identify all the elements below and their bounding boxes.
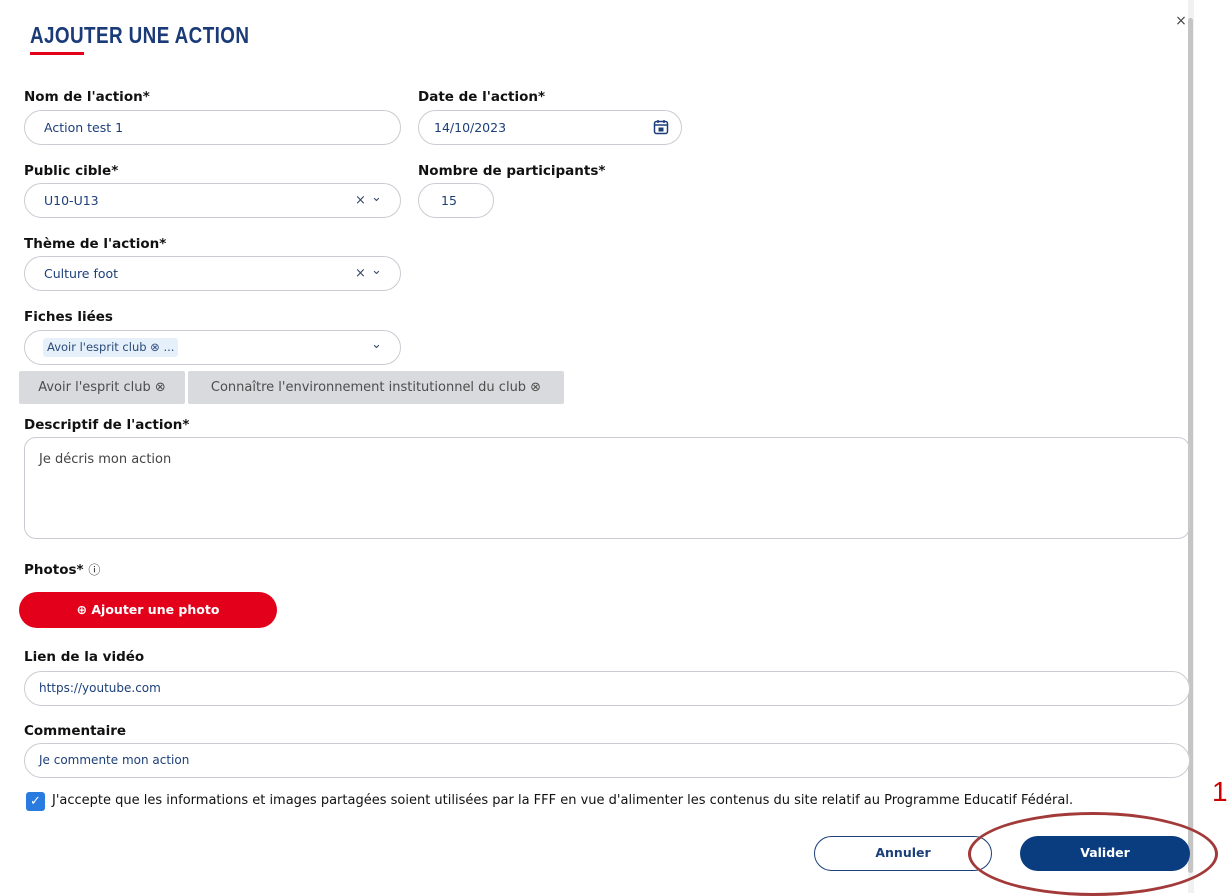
participants-input[interactable]: 15: [418, 183, 494, 218]
date-value: 14/10/2023: [434, 120, 507, 135]
nom-label: Nom de l'action*: [24, 89, 150, 105]
descriptif-value: Je décris mon action: [39, 452, 172, 467]
public-chevron-down-icon[interactable]: ⌄: [371, 181, 382, 214]
cancel-button[interactable]: Annuler: [814, 836, 992, 871]
theme-chevron-down-icon[interactable]: ⌄: [371, 254, 382, 287]
fiche-chip-environnement[interactable]: Connaître l'environnement institutionnel…: [188, 371, 564, 404]
photos-label: Photos* ⓘ: [24, 561, 100, 578]
nom-value: Action test 1: [44, 120, 124, 135]
annotation-ellipse: [968, 812, 1218, 896]
info-icon[interactable]: ⓘ: [88, 563, 100, 577]
video-label: Lien de la vidéo: [24, 649, 145, 665]
add-photo-button[interactable]: ⊕ Ajouter une photo: [19, 592, 277, 628]
fiches-chevron-down-icon[interactable]: ⌄: [371, 328, 382, 361]
public-clear-icon[interactable]: ×: [355, 184, 366, 217]
consent-text: J'accepte que les informations et images…: [52, 793, 1074, 808]
theme-value: Culture foot: [44, 266, 119, 281]
public-value: U10-U13: [44, 193, 99, 208]
title-underline: [30, 52, 84, 55]
annotation-number: 1: [1212, 776, 1227, 807]
fiche-chip-esprit-club[interactable]: Avoir l'esprit club ⊗: [19, 371, 185, 404]
participants-label: Nombre de participants*: [418, 163, 606, 179]
fiches-label: Fiches liées: [24, 309, 113, 325]
theme-label: Thème de l'action*: [24, 236, 167, 252]
theme-clear-icon[interactable]: ×: [355, 257, 366, 290]
public-select[interactable]: U10-U13 × ⌄: [24, 183, 401, 218]
video-value: https://youtube.com: [39, 681, 161, 695]
commentaire-label: Commentaire: [24, 723, 127, 739]
video-input[interactable]: https://youtube.com: [24, 671, 1190, 706]
photos-label-text: Photos*: [24, 562, 84, 578]
date-input[interactable]: 14/10/2023: [418, 110, 682, 145]
commentaire-input[interactable]: Je commente mon action: [24, 743, 1190, 778]
participants-value: 15: [441, 193, 457, 208]
commentaire-value: Je commente mon action: [39, 753, 190, 767]
modal-title: AJOUTER UNE ACTION: [30, 22, 250, 48]
public-label: Public cible*: [24, 163, 119, 179]
descriptif-textarea[interactable]: Je décris mon action: [24, 437, 1190, 539]
date-label: Date de l'action*: [418, 89, 546, 105]
fiches-select[interactable]: Avoir l'esprit club ⊗ ... ⌄: [24, 330, 401, 365]
consent-checkbox[interactable]: ✓: [26, 792, 45, 811]
theme-select[interactable]: Culture foot × ⌄: [24, 256, 401, 291]
calendar-icon[interactable]: [653, 119, 669, 139]
fiches-selected-preview: Avoir l'esprit club ⊗ ...: [43, 338, 179, 357]
nom-input[interactable]: Action test 1: [24, 110, 401, 145]
descriptif-label: Descriptif de l'action*: [24, 417, 190, 433]
